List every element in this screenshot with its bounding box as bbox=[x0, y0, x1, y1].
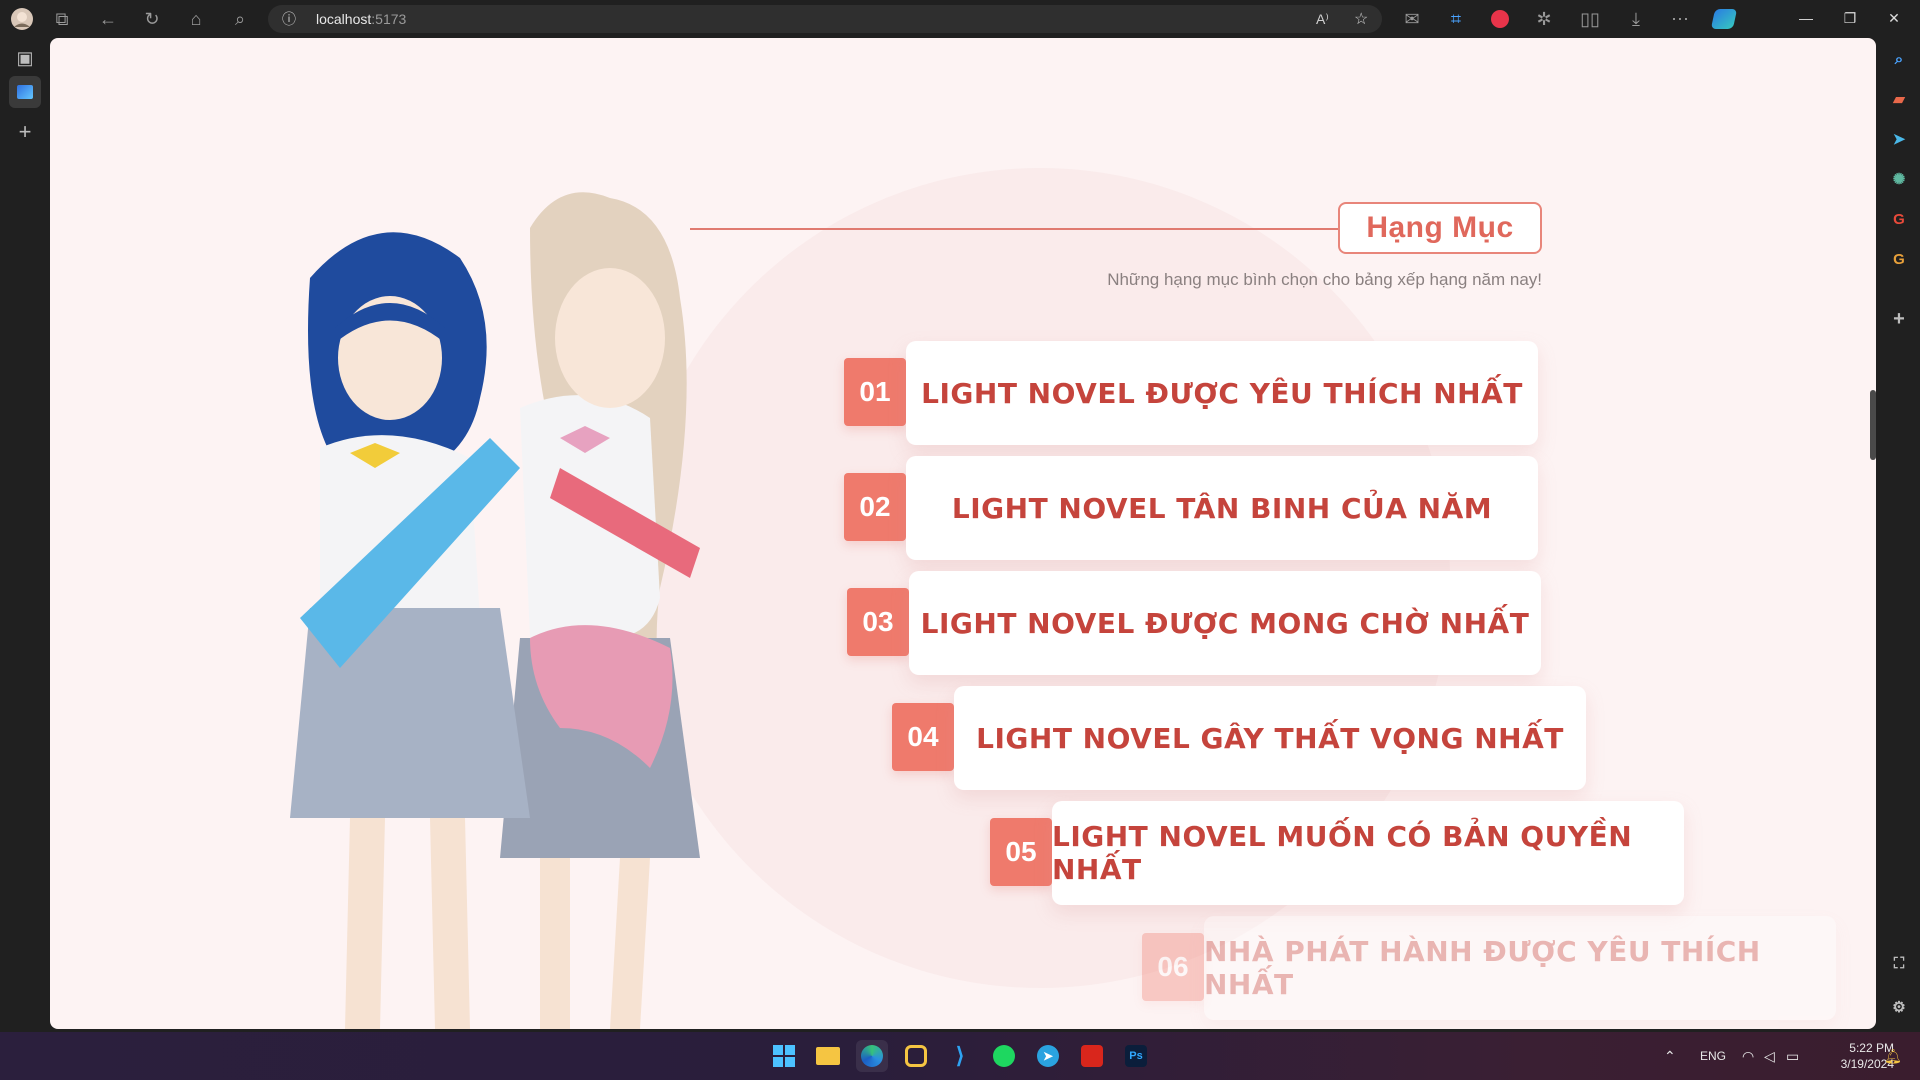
sidebar-settings-icon[interactable]: ⚙ bbox=[1886, 994, 1912, 1020]
close-icon[interactable]: ✕ bbox=[1874, 0, 1914, 36]
category-number-03: 03 bbox=[847, 588, 909, 656]
favorite-star-icon[interactable]: ☆ bbox=[1354, 5, 1368, 33]
header-divider-line bbox=[690, 228, 1338, 230]
edge-icon[interactable] bbox=[856, 1040, 888, 1072]
volume-icon[interactable]: ◁ bbox=[1764, 1032, 1775, 1080]
home-icon[interactable]: ⌂ bbox=[182, 0, 210, 38]
new-tab-icon[interactable]: + bbox=[9, 116, 41, 148]
url-port: :5173 bbox=[371, 11, 407, 27]
file-explorer-icon[interactable] bbox=[812, 1040, 844, 1072]
category-number-06: 06 bbox=[1142, 933, 1204, 1001]
search-icon[interactable]: ⌕ bbox=[226, 0, 254, 38]
section-subtitle: Những hạng mục bình chọn cho bảng xếp hạ… bbox=[1107, 270, 1542, 289]
browser-toolbar: ⧉ ← ↻ ⌂ ⌕ ⓘ localhost:5173 A⁾ ☆ ✉ ⌗ ✲ ▯▯… bbox=[0, 0, 1920, 38]
category-card-05[interactable]: LIGHT NOVEL MUỐN CÓ BẢN QUYỀN NHẤT bbox=[1052, 801, 1684, 905]
extensions-icon[interactable]: ✲ bbox=[1530, 0, 1558, 38]
clock[interactable]: 5:22 PM 3/19/2024 bbox=[1814, 1032, 1894, 1080]
category-number-02: 02 bbox=[844, 473, 906, 541]
minimize-icon[interactable]: — bbox=[1786, 0, 1826, 36]
notification-bell-icon[interactable]: 🔔︎ bbox=[1884, 1032, 1902, 1080]
category-number-04: 04 bbox=[892, 703, 954, 771]
back-icon[interactable]: ← bbox=[94, 0, 122, 38]
photoshop-icon[interactable]: Ps bbox=[1120, 1040, 1152, 1072]
page-scrollbar[interactable] bbox=[1870, 390, 1876, 460]
start-icon[interactable] bbox=[768, 1040, 800, 1072]
category-card-04[interactable]: LIGHT NOVEL GÂY THẤT VỌNG NHẤT bbox=[954, 686, 1586, 790]
crop-icon[interactable]: ⌗ bbox=[1442, 0, 1470, 38]
read-aloud-icon[interactable]: A⁾ bbox=[1316, 5, 1329, 33]
anime-girls-illustration bbox=[290, 192, 700, 1029]
site-info-icon[interactable]: ⓘ bbox=[282, 5, 296, 33]
address-bar[interactable]: ⓘ localhost:5173 A⁾ ☆ bbox=[268, 5, 1382, 33]
wifi-icon[interactable]: ◠ bbox=[1742, 1032, 1754, 1080]
telegram-icon[interactable]: ➤ bbox=[1032, 1040, 1064, 1072]
split-screen-icon[interactable]: ▯▯ bbox=[1576, 0, 1604, 38]
category-number-05: 05 bbox=[990, 818, 1052, 886]
url-host: localhost bbox=[316, 11, 372, 27]
google-alt-icon[interactable]: G bbox=[1886, 246, 1912, 272]
app-yellow-icon[interactable] bbox=[900, 1040, 932, 1072]
category-card-03[interactable]: LIGHT NOVEL ĐƯỢC MONG CHỜ NHẤT bbox=[909, 571, 1541, 675]
chatgpt-icon[interactable]: ✺ bbox=[1886, 166, 1912, 192]
category-number-01: 01 bbox=[844, 358, 906, 426]
tab-actions-icon[interactable]: ▣ bbox=[9, 42, 41, 74]
category-card-02[interactable]: LIGHT NOVEL TÂN BINH CỦA NĂM bbox=[906, 456, 1538, 560]
send-icon[interactable]: ➤ bbox=[1886, 126, 1912, 152]
language-indicator[interactable]: ENG bbox=[1700, 1032, 1726, 1080]
active-tab-favicon[interactable] bbox=[9, 76, 41, 108]
tray-overflow-icon[interactable]: ⌃ bbox=[1664, 1032, 1676, 1080]
extension-red-icon[interactable] bbox=[1486, 0, 1514, 38]
page-viewport: Hạng Mục Những hạng mục bình chọn cho bả… bbox=[50, 38, 1876, 1029]
photoshop-label: Ps bbox=[1125, 1045, 1147, 1067]
address-url[interactable]: localhost:5173 bbox=[316, 5, 406, 33]
copilot-icon[interactable] bbox=[1708, 0, 1740, 38]
profile-avatar[interactable] bbox=[8, 0, 36, 38]
google-icon[interactable]: G bbox=[1886, 206, 1912, 232]
browser-sidebar: ⌕ ▰ ➤ ✺ G G + ⛶ ⚙ bbox=[1878, 38, 1920, 1032]
category-card-06[interactable]: NHÀ PHÁT HÀNH ĐƯỢC YÊU THÍCH NHẤT bbox=[1204, 916, 1836, 1020]
battery-icon[interactable]: ▭ bbox=[1786, 1032, 1799, 1080]
sidebar-search-icon[interactable]: ⌕ bbox=[1886, 46, 1912, 72]
refresh-icon[interactable]: ↻ bbox=[138, 0, 166, 38]
tools-icon[interactable]: ▰ bbox=[1886, 86, 1912, 112]
mail-icon[interactable]: ✉ bbox=[1398, 0, 1426, 38]
category-card-01[interactable]: LIGHT NOVEL ĐƯỢC YÊU THÍCH NHẤT bbox=[906, 341, 1538, 445]
vertical-tab-strip: ▣ + bbox=[0, 38, 50, 1032]
section-title: Hạng Mục bbox=[1338, 202, 1542, 254]
screenshot-icon[interactable]: ⛶ bbox=[1886, 950, 1912, 976]
vscode-icon[interactable]: ⟩ bbox=[944, 1040, 976, 1072]
sidebar-add-icon[interactable]: + bbox=[1886, 306, 1912, 332]
more-menu-icon[interactable]: ⋯ bbox=[1666, 0, 1694, 38]
spotify-icon[interactable] bbox=[988, 1040, 1020, 1072]
acrobat-icon[interactable] bbox=[1076, 1040, 1108, 1072]
downloads-icon[interactable]: ⤓ bbox=[1622, 0, 1650, 38]
windows-taskbar: ⟩ ➤ Ps ⌃ ENG ◠ ◁ ▭ 5:22 PM 3/19/2024 🔔︎ bbox=[0, 1032, 1920, 1080]
workspaces-icon[interactable]: ⧉ bbox=[48, 0, 76, 38]
restore-icon[interactable]: ❐ bbox=[1830, 0, 1870, 36]
